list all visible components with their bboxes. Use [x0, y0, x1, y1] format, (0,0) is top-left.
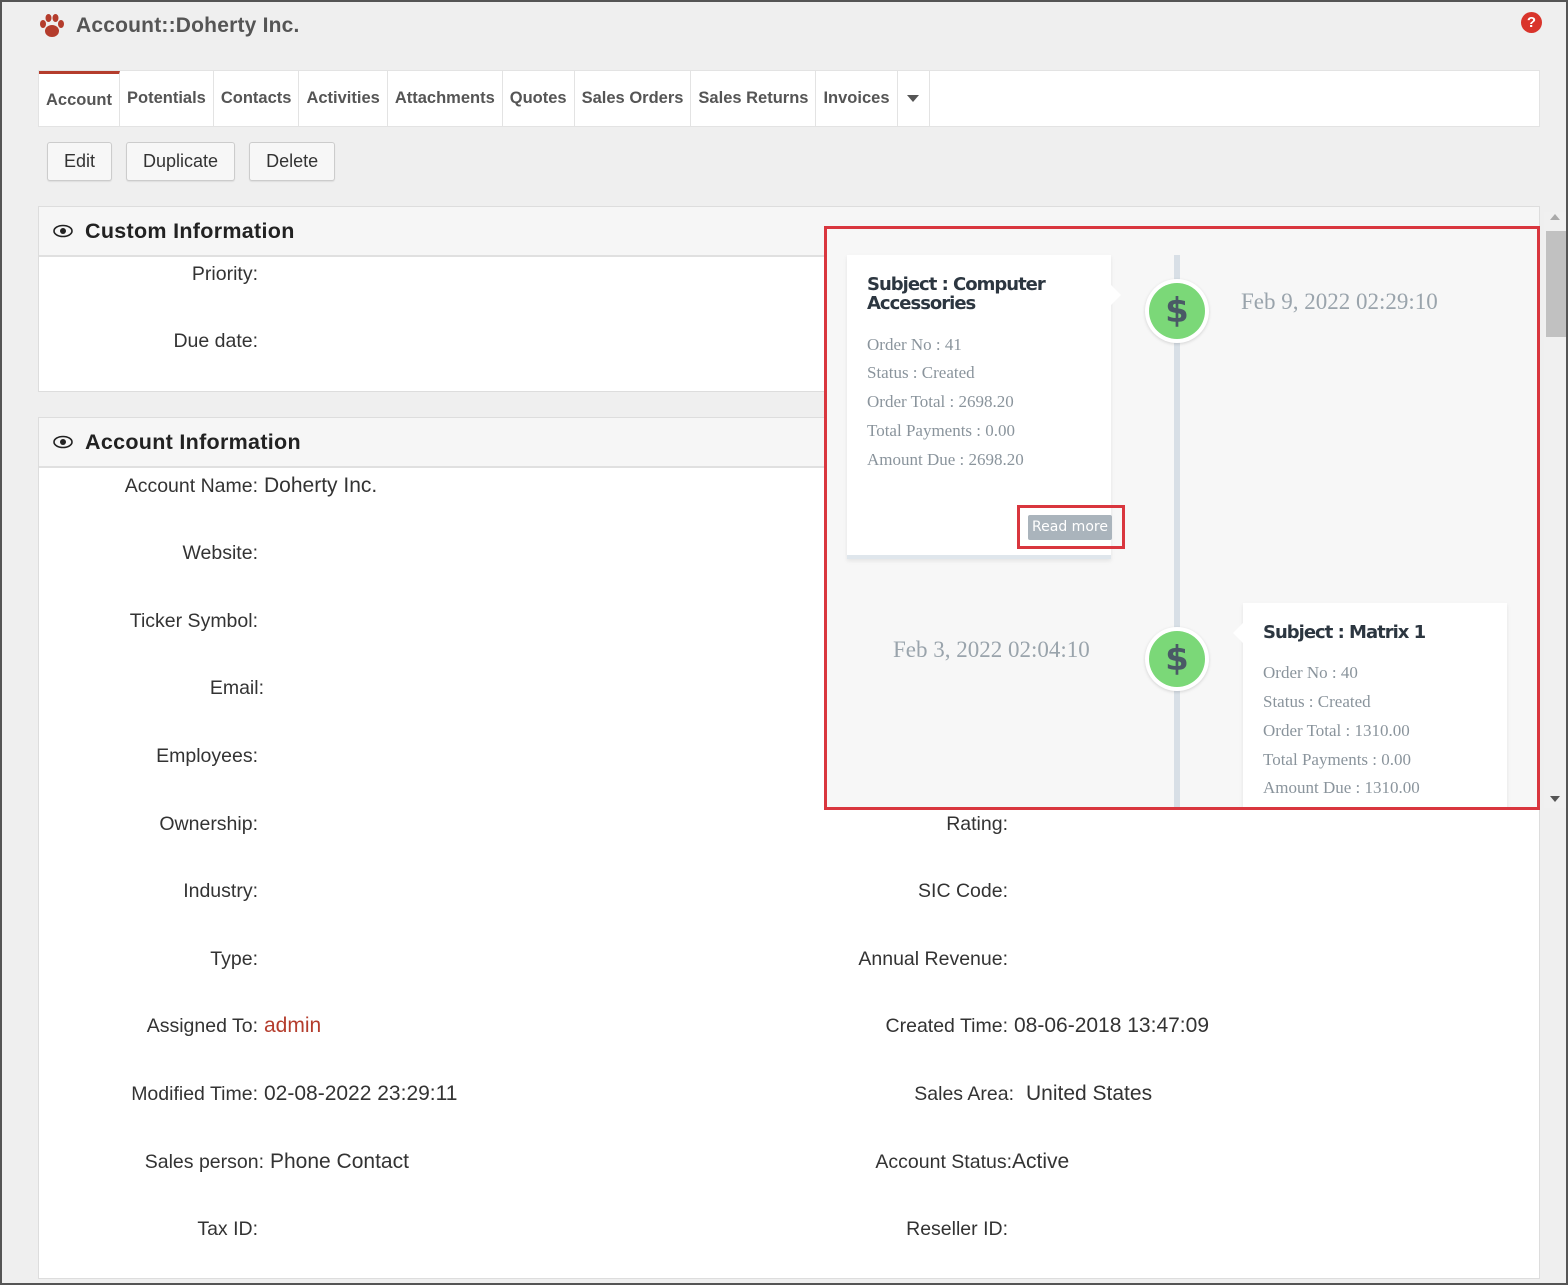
page-title: Account::Doherty Inc. [76, 14, 300, 37]
card-status: Status : Created [1263, 692, 1371, 711]
sales-order-timeline: Subject : Computer Accessories Order No … [824, 226, 1540, 810]
account-name-label: Account Name: [124, 475, 258, 497]
card-subject-line: Subject : Computer [867, 274, 1046, 295]
annual-revenue-label: Annual Revenue: [858, 948, 1008, 970]
card-subject: Subject : Computer Accessories [867, 275, 1097, 313]
card-order-total: Order Total : 2698.20 [867, 392, 1014, 411]
eye-icon [53, 435, 73, 449]
tab-sales-orders[interactable]: Sales Orders [575, 71, 692, 126]
card-total-payments: Total Payments : 0.00 [1263, 750, 1412, 769]
rating-label: Rating: [946, 813, 1008, 835]
reseller-id-label: Reseller ID: [906, 1218, 1008, 1240]
tab-potentials[interactable]: Potentials [120, 71, 214, 126]
modified-time-label: Modified Time: [131, 1083, 258, 1105]
scroll-up-arrow-icon[interactable] [1550, 214, 1560, 220]
account-status-value: Active [1012, 1150, 1070, 1173]
card-pointer [1233, 623, 1243, 643]
tab-sales-returns[interactable]: Sales Returns [691, 71, 817, 126]
timeline-card: Subject : Computer Accessories Order No … [847, 255, 1125, 559]
card-subject: Subject : Matrix 1 [1263, 622, 1426, 643]
sic-code-label: SIC Code: [918, 880, 1008, 902]
created-time-label: Created Time: [885, 1015, 1008, 1037]
tax-id-label: Tax ID: [197, 1218, 258, 1240]
industry-label: Industry: [183, 880, 258, 902]
timeline-card: Subject : Matrix 1 Order No : 40 Status … [1233, 603, 1507, 807]
panel-title: Custom Information [85, 218, 295, 243]
modified-time-value: 02-08-2022 23:29:11 [264, 1082, 458, 1105]
tab-invoices[interactable]: Invoices [816, 71, 898, 126]
tab-contacts[interactable]: Contacts [214, 71, 300, 126]
card-amount-due: Amount Due : 2698.20 [867, 450, 1024, 469]
dollar-icon: $ [1149, 631, 1205, 687]
panel-title: Account Information [85, 429, 301, 454]
assigned-to-label: Assigned To: [146, 1015, 258, 1037]
tab-quotes[interactable]: Quotes [503, 71, 575, 126]
card-order-no: Order No : 40 [1263, 663, 1358, 682]
priority-label: Priority: [191, 263, 258, 285]
sales-area-label: Sales Area: [914, 1083, 1014, 1105]
duplicate-button[interactable]: Duplicate [126, 142, 236, 181]
timeline-date: Feb 9, 2022 02:29:10 [1241, 289, 1438, 314]
dollar-icon: $ [1149, 283, 1205, 339]
scroll-down-arrow-icon[interactable] [1550, 796, 1560, 802]
scrollbar-thumb[interactable] [1546, 231, 1566, 337]
paw-icon [40, 14, 64, 37]
email-label: Email: [209, 677, 264, 699]
action-bar: Edit Duplicate Delete [47, 142, 336, 181]
assigned-to-link[interactable]: admin [264, 1014, 321, 1038]
timeline-dot: $ [1145, 627, 1209, 691]
chevron-down-icon [907, 95, 920, 102]
sales-person-label: Sales person: [144, 1151, 264, 1173]
timeline-date: Feb 3, 2022 02:04:10 [893, 637, 1090, 662]
delete-button[interactable]: Delete [249, 142, 336, 181]
timeline-dot: $ [1145, 279, 1209, 343]
card-status: Status : Created [867, 363, 975, 382]
created-time-value: 08-06-2018 13:47:09 [1014, 1014, 1209, 1037]
card-amount-due: Amount Due : 1310.00 [1263, 778, 1420, 797]
tab-activities[interactable]: Activities [299, 71, 388, 126]
card-pointer [1111, 285, 1121, 305]
ticker-symbol-label: Ticker Symbol: [129, 610, 258, 632]
tab-account[interactable]: Account [39, 71, 120, 126]
sales-person-value: Phone Contact [270, 1150, 409, 1173]
sales-area-value: United States [1026, 1082, 1153, 1105]
card-total-payments: Total Payments : 0.00 [867, 421, 1016, 440]
due-date-label: Due date: [173, 330, 258, 352]
ownership-label: Ownership: [159, 813, 258, 835]
read-more-button[interactable]: Read more [1028, 515, 1112, 540]
read-more-highlight: Read more [1017, 505, 1125, 549]
tab-attachments[interactable]: Attachments [388, 71, 503, 126]
website-label: Website: [182, 542, 258, 564]
account-status-label: Account Status: [875, 1151, 1012, 1173]
page-header: Account::Doherty Inc. [38, 8, 300, 44]
card-order-no: Order No : 41 [867, 335, 962, 354]
question-circle-icon[interactable]: ? [1521, 12, 1542, 33]
card-subject-line: Accessories [867, 293, 976, 314]
type-label: Type: [210, 948, 258, 970]
tab-more-dropdown[interactable] [898, 71, 930, 126]
eye-icon [53, 224, 73, 238]
related-tabs: Account Potentials Contacts Activities A… [38, 70, 1540, 127]
card-order-total: Order Total : 1310.00 [1263, 721, 1410, 740]
account-name-value: Doherty Inc. [264, 474, 378, 497]
employees-label: Employees: [156, 745, 258, 767]
edit-button[interactable]: Edit [47, 142, 113, 181]
